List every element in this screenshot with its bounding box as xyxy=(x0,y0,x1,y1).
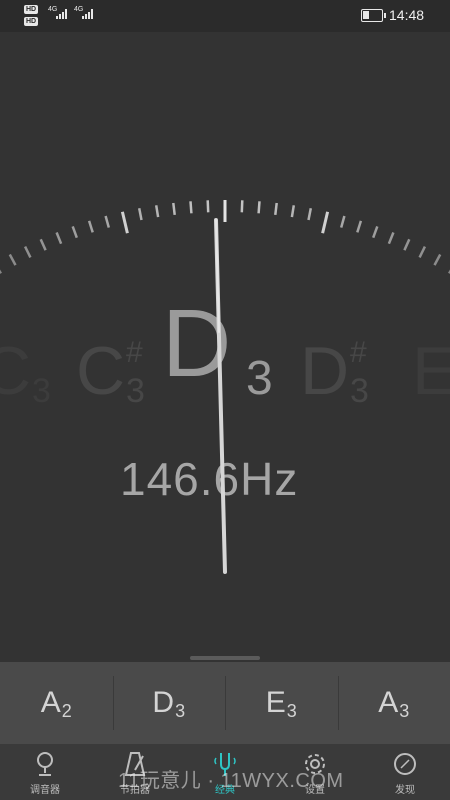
needle-layer xyxy=(214,218,227,574)
string-presets: A2 D3 E3 A3 xyxy=(0,662,450,744)
hd-badge: HD xyxy=(24,5,39,14)
status-bar-signals: HD HD 4G 4G xyxy=(24,4,104,28)
preset-string[interactable]: D3 xyxy=(112,662,226,744)
status-bar: HD HD 4G 4G 14:48 xyxy=(0,0,450,32)
preset-string[interactable]: A3 xyxy=(337,662,450,744)
tuner-pin-icon xyxy=(37,752,53,776)
preset-letter: A xyxy=(378,686,399,719)
status-time: 14:48 xyxy=(389,7,425,23)
nav-label: 调音器 xyxy=(30,785,60,796)
preset-string[interactable]: A2 xyxy=(0,662,113,744)
preset-letter: A xyxy=(40,686,61,719)
drawer-handle[interactable] xyxy=(190,656,260,660)
watermark: 11玩意儿 · 11WYX.COM xyxy=(118,770,344,792)
signal-strength-icon xyxy=(56,9,67,19)
signal-strength-icon xyxy=(82,9,93,19)
preset-letter: D xyxy=(152,686,175,719)
nav-tuner[interactable]: 调音器 xyxy=(0,744,90,800)
battery-icon xyxy=(361,9,386,22)
nav-discover[interactable]: 发现 xyxy=(360,744,450,800)
hd-badge: HD xyxy=(24,17,39,26)
compass-icon xyxy=(394,753,416,775)
preset-string[interactable]: E3 xyxy=(225,662,338,744)
preset-octave: 3 xyxy=(399,700,410,721)
preset-letter: E xyxy=(265,686,286,719)
preset-octave: 3 xyxy=(175,700,186,721)
nav-label: 发现 xyxy=(395,785,415,796)
preset-octave: 3 xyxy=(286,700,297,721)
preset-octave: 2 xyxy=(61,700,72,721)
tuner-display: C3C#3D#3E3 D 3 146.6Hz xyxy=(0,32,450,660)
